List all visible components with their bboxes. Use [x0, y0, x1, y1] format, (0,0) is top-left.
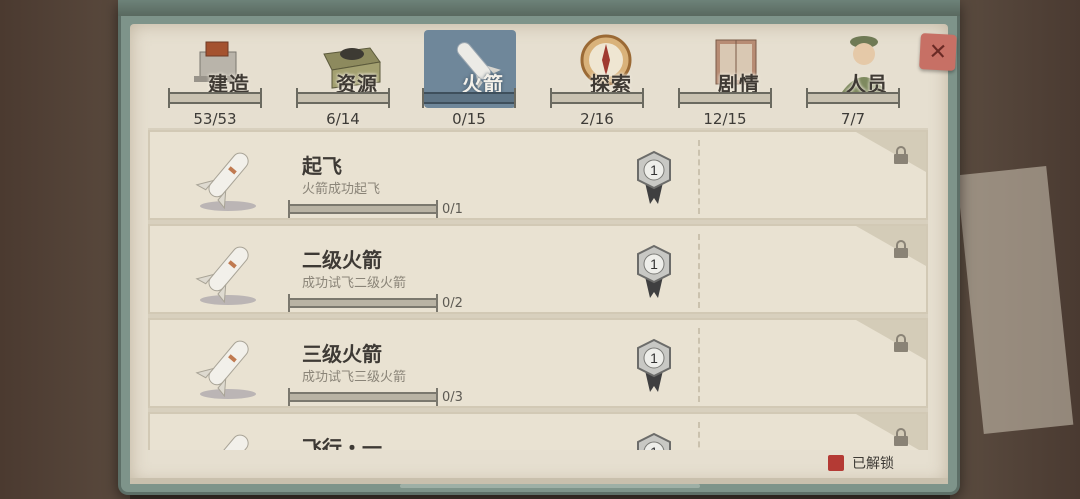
tab-count: 6/14 — [326, 110, 360, 128]
achievement-progress-text: 0/2 — [442, 296, 463, 311]
tab-progress-bar — [678, 88, 772, 108]
row-divider — [698, 422, 700, 450]
tab-count: 53/53 — [193, 110, 237, 128]
tab-explore[interactable]: 探索 2/16 — [550, 30, 660, 130]
corner-fold — [856, 132, 926, 172]
unlocked-swatch — [828, 455, 844, 471]
achievement-row[interactable]: 二级火箭 成功试飞二级火箭 0/2 1 — [148, 224, 928, 314]
close-button[interactable]: ✕ — [919, 33, 957, 71]
medal-level: 1 — [650, 350, 658, 366]
tab-count: 7/7 — [840, 110, 866, 128]
legend-label: 已解锁 — [852, 456, 894, 472]
achievement-title: 二级火箭 — [302, 248, 382, 272]
achievement-row[interactable]: 飞行・一 1 — [148, 412, 928, 450]
achievement-row[interactable]: 三级火箭 成功试飞三级火箭 0/3 1 — [148, 318, 928, 408]
tab-personnel[interactable]: 人员 7/7 — [806, 30, 916, 130]
corner-fold — [856, 320, 926, 360]
lock-icon — [892, 240, 910, 258]
achievement-progress-bar — [288, 388, 438, 406]
achievement-description: 成功试飞三级火箭 — [302, 370, 407, 385]
achievement-title: 三级火箭 — [302, 342, 382, 366]
background-left — [0, 0, 130, 499]
corner-fold — [856, 226, 926, 266]
lock-icon — [892, 428, 910, 446]
achievement-title: 飞行・一 — [302, 436, 382, 450]
achievement-progress-bar — [288, 200, 438, 218]
scrollbar[interactable] — [400, 484, 700, 488]
tab-progress-bar — [806, 88, 900, 108]
achievement-row[interactable]: 起飞 火箭成功起飞 0/1 1 — [148, 130, 928, 220]
medal-icon: 1 — [634, 244, 674, 300]
achievement-list[interactable]: 起飞 火箭成功起飞 0/1 1 二级火箭 成功试飞二级火箭 0/2 1 三级火箭… — [148, 128, 928, 450]
close-icon: ✕ — [928, 39, 948, 65]
tab-rocket[interactable]: 火箭 0/15 — [422, 30, 532, 130]
tab-progress-bar — [550, 88, 644, 108]
achievement-progress-bar — [288, 294, 438, 312]
rocket-icon — [186, 144, 266, 214]
tab-resources[interactable]: 资源 6/14 — [296, 30, 406, 130]
achievement-title: 起飞 — [302, 154, 342, 178]
medal-icon: 1 — [634, 150, 674, 206]
board-top-rail — [118, 0, 960, 16]
lock-icon — [892, 146, 910, 164]
tab-progress-bar — [422, 88, 516, 108]
achievement-progress-text: 0/1 — [442, 202, 463, 217]
tab-construction[interactable]: 建造 53/53 — [168, 30, 278, 130]
tab-story[interactable]: 剧情 12/15 — [678, 30, 788, 130]
rocket-icon — [186, 238, 266, 308]
achievement-description: 火箭成功起飞 — [302, 182, 381, 197]
unlocked-legend: 已解锁 — [828, 452, 894, 474]
row-divider — [698, 328, 700, 402]
medal-level: 1 — [650, 162, 658, 178]
tab-count: 0/15 — [452, 110, 486, 128]
medal-icon: 1 — [634, 338, 674, 394]
tab-progress-bar — [168, 88, 262, 108]
medal-level: 1 — [650, 444, 658, 450]
achievement-progress-text: 0/3 — [442, 390, 463, 405]
tab-progress-bar — [296, 88, 390, 108]
medal-icon: 1 — [634, 432, 674, 450]
row-divider — [698, 234, 700, 308]
medal-level: 1 — [650, 256, 658, 272]
achievement-description: 成功试飞二级火箭 — [302, 276, 407, 291]
row-divider — [698, 140, 700, 214]
rocket-icon — [186, 332, 266, 402]
lock-icon — [892, 334, 910, 352]
rocket-icon — [186, 426, 266, 450]
tab-count: 2/16 — [580, 110, 614, 128]
corner-fold — [856, 414, 926, 450]
tab-count: 12/15 — [703, 110, 747, 128]
